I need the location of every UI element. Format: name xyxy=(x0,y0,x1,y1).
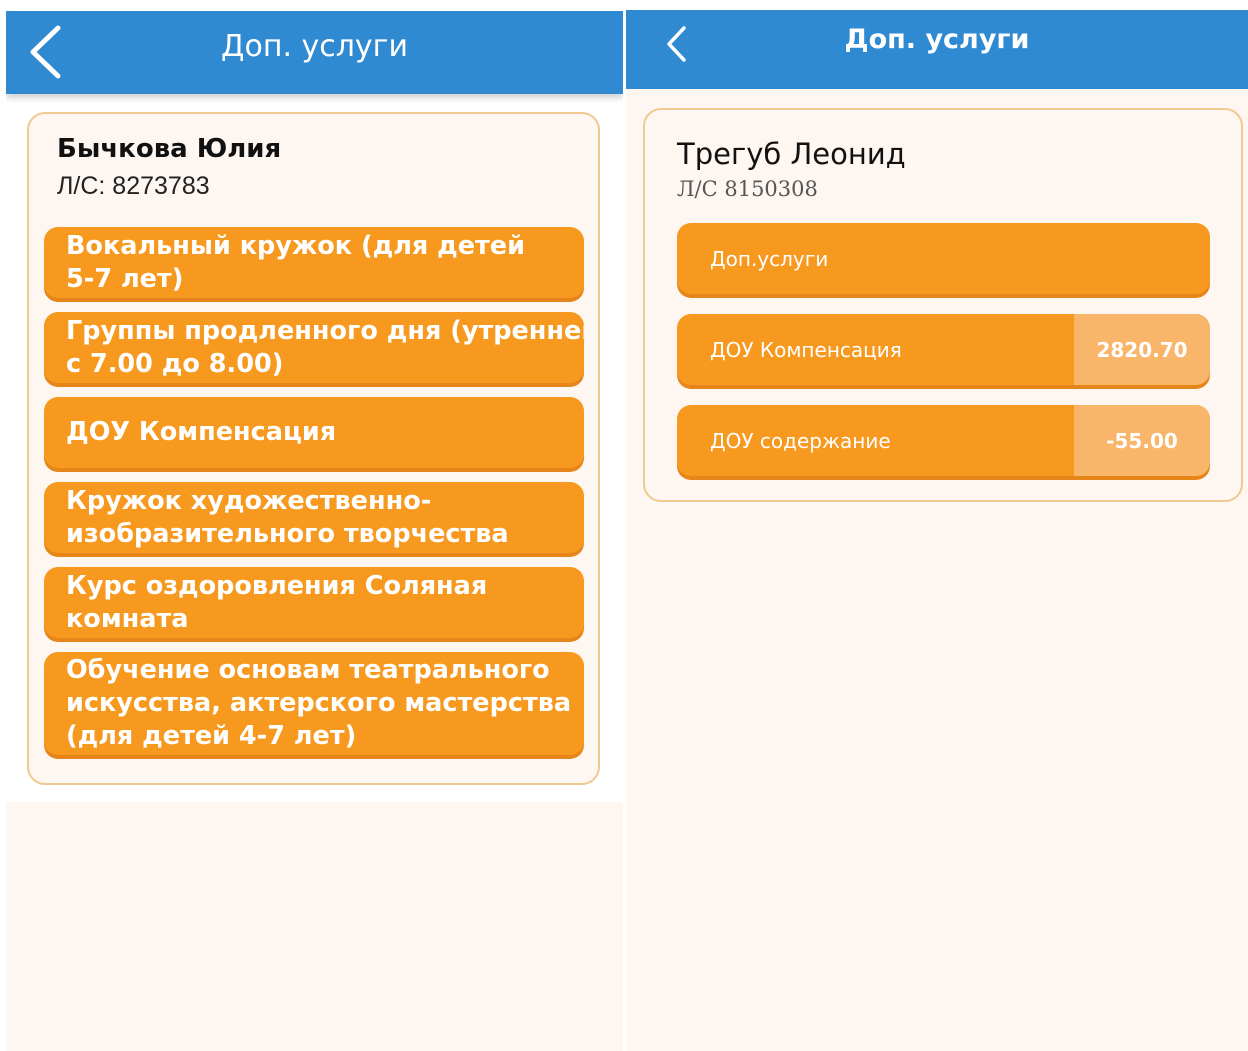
service-label-line: искусства, актерского мастерства xyxy=(66,688,572,718)
account-number: Л/С 8150308 xyxy=(677,177,818,201)
service-button-extra-services[interactable]: Доп.услуги xyxy=(677,223,1210,294)
account-card: Трегуб Леонид Л/С 8150308 Доп.услуги ДОУ… xyxy=(643,108,1243,502)
page-title: Доп. услуги xyxy=(844,24,1030,55)
service-button-dou-maintenance[interactable]: ДОУ содержание -55.00 xyxy=(677,405,1210,476)
service-label: ДОУ содержание xyxy=(710,428,891,453)
service-label: ДОУ Компенсация xyxy=(710,337,902,362)
app-bar: Доп. услуги xyxy=(626,10,1248,89)
service-button-extended-day[interactable]: Группы продленного дня (утреннего с 7.00… xyxy=(44,312,584,383)
service-label: Доп.услуги xyxy=(710,246,829,271)
service-button-vocal[interactable]: Вокальный кружок (для детей 5-7 лет) xyxy=(44,227,584,298)
service-amount: -55.00 xyxy=(1074,405,1210,476)
screen-right: Доп. услуги Трегуб Леонид Л/С 8150308 До… xyxy=(626,10,1248,1051)
person-name: Бычкова Юлия xyxy=(57,134,282,164)
screen-left: Доп. услуги Бычкова Юлия Л/С: 8273783 Во… xyxy=(6,11,623,1051)
service-label-line: Курс оздоровления Соляная xyxy=(66,570,488,601)
app-bar: Доп. услуги xyxy=(6,11,623,94)
person-name: Трегуб Леонид xyxy=(677,137,906,171)
service-label-line: Группы продленного дня (утреннего xyxy=(66,315,584,346)
service-label-line: Обучение основам театрального xyxy=(66,655,550,685)
content-background xyxy=(6,802,623,1051)
service-label-line: комната xyxy=(66,603,189,634)
service-label-line: Кружок художественно- xyxy=(66,485,432,516)
service-label-line: изобразительного творчества xyxy=(66,518,509,549)
account-number: Л/С: 8273783 xyxy=(57,172,210,200)
service-button-dou-compensation[interactable]: ДОУ Компенсация xyxy=(44,397,584,468)
service-button-dou-compensation[interactable]: ДОУ Компенсация 2820.70 xyxy=(677,314,1210,385)
account-card: Бычкова Юлия Л/С: 8273783 Вокальный круж… xyxy=(27,112,600,785)
service-label-line: ДОУ Компенсация xyxy=(66,417,337,447)
page-title: Доп. услуги xyxy=(221,29,408,64)
service-label-line: Вокальный кружок (для детей xyxy=(66,230,525,261)
service-amount: 2820.70 xyxy=(1074,314,1210,385)
service-button-art-club[interactable]: Кружок художественно- изобразительного т… xyxy=(44,482,584,553)
service-label-line: (для детей 4-7 лет) xyxy=(66,721,357,751)
service-button-theatre[interactable]: Обучение основам театрального искусства,… xyxy=(44,652,584,755)
service-button-salt-room[interactable]: Курс оздоровления Соляная комната xyxy=(44,567,584,638)
service-label-line: 5-7 лет) xyxy=(66,263,184,294)
service-label-line: с 7.00 до 8.00) xyxy=(66,348,284,379)
